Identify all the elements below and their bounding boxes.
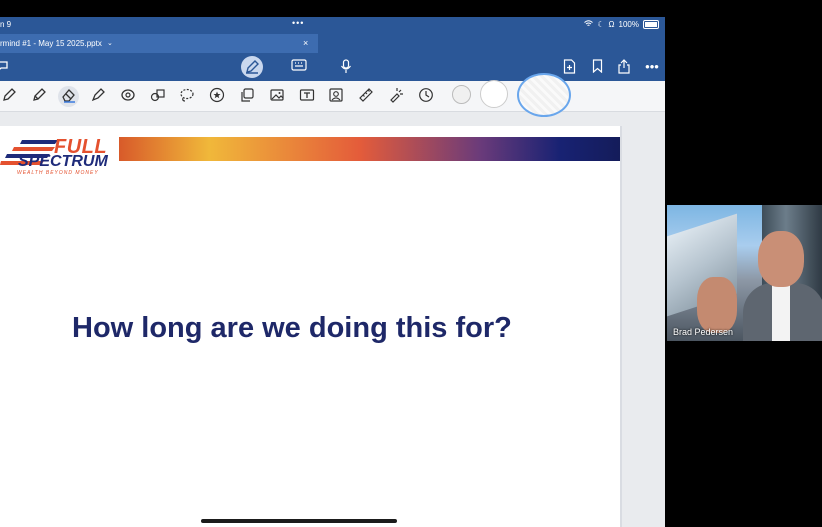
shape-icon[interactable] bbox=[119, 87, 137, 105]
sticker-icon[interactable] bbox=[208, 87, 226, 105]
pen-mode-button[interactable] bbox=[241, 56, 263, 78]
image-icon[interactable] bbox=[268, 87, 286, 105]
full-spectrum-logo: FULL SPECTRUM WEALTH BEYOND MONEY bbox=[0, 133, 116, 179]
ruler-icon[interactable] bbox=[357, 87, 375, 105]
bookmark-icon[interactable] bbox=[589, 59, 605, 75]
participant-hand bbox=[697, 277, 737, 333]
logo-spectrum-text: SPECTRUM bbox=[18, 153, 108, 170]
gradient-banner bbox=[119, 137, 620, 161]
document-tab[interactable]: rmind #1 - May 15 2025.pptx ⌄ × bbox=[0, 34, 318, 53]
participant-head bbox=[758, 231, 804, 287]
more-icon[interactable]: ••• bbox=[644, 59, 660, 75]
pencil-icon[interactable] bbox=[30, 87, 48, 105]
highlighter-icon[interactable] bbox=[89, 87, 107, 105]
status-right: ☾ Ω 100% bbox=[584, 20, 659, 29]
moon-icon: ☾ bbox=[597, 20, 605, 29]
wifi-icon bbox=[584, 20, 594, 29]
participant-name: Brad Pedersen bbox=[673, 327, 734, 337]
eraser-icon[interactable] bbox=[60, 87, 78, 105]
color-swatch-custom[interactable] bbox=[517, 73, 571, 117]
add-page-icon[interactable] bbox=[561, 59, 577, 75]
shapes-icon[interactable] bbox=[149, 87, 167, 105]
history-icon[interactable] bbox=[417, 87, 435, 105]
headphones-icon: Ω bbox=[608, 20, 615, 29]
color-swatch-light[interactable] bbox=[452, 85, 471, 104]
lasso-icon[interactable] bbox=[178, 87, 196, 105]
keyboard-icon[interactable] bbox=[291, 59, 307, 75]
slide-headline: How long are we doing this for? bbox=[72, 312, 512, 344]
app-bar: ••• bbox=[0, 53, 665, 81]
close-icon[interactable]: × bbox=[303, 34, 308, 53]
copy-icon[interactable] bbox=[238, 87, 256, 105]
laser-pointer-icon[interactable] bbox=[387, 87, 405, 105]
logo-tagline: WEALTH BEYOND MONEY bbox=[17, 170, 99, 176]
photo-icon[interactable] bbox=[327, 87, 345, 105]
document-title: rmind #1 - May 15 2025.pptx bbox=[0, 39, 102, 48]
slide-border bbox=[620, 126, 622, 527]
chevron-down-icon[interactable]: ⌄ bbox=[107, 34, 113, 53]
pen-icon bbox=[244, 59, 260, 75]
battery-percent: 100% bbox=[618, 20, 639, 29]
status-bar: n 9 ••• ☾ Ω 100% bbox=[0, 17, 665, 34]
participant-video-tile[interactable]: Brad Pedersen bbox=[667, 205, 822, 341]
chat-icon[interactable] bbox=[0, 59, 10, 75]
status-time: n 9 bbox=[0, 20, 12, 29]
text-box-icon[interactable] bbox=[298, 87, 316, 105]
share-icon[interactable] bbox=[616, 59, 632, 75]
tab-bar: rmind #1 - May 15 2025.pptx ⌄ × bbox=[0, 34, 665, 53]
home-indicator[interactable] bbox=[201, 519, 397, 523]
color-swatch-white[interactable] bbox=[480, 80, 508, 108]
multitask-dots[interactable]: ••• bbox=[292, 18, 304, 28]
slide-canvas[interactable]: FULL SPECTRUM WEALTH BEYOND MONEY How lo… bbox=[0, 126, 620, 527]
battery-icon bbox=[643, 20, 659, 29]
participant-shirt bbox=[772, 285, 790, 341]
pen-icon[interactable] bbox=[0, 87, 18, 105]
microphone-icon[interactable] bbox=[338, 59, 354, 75]
